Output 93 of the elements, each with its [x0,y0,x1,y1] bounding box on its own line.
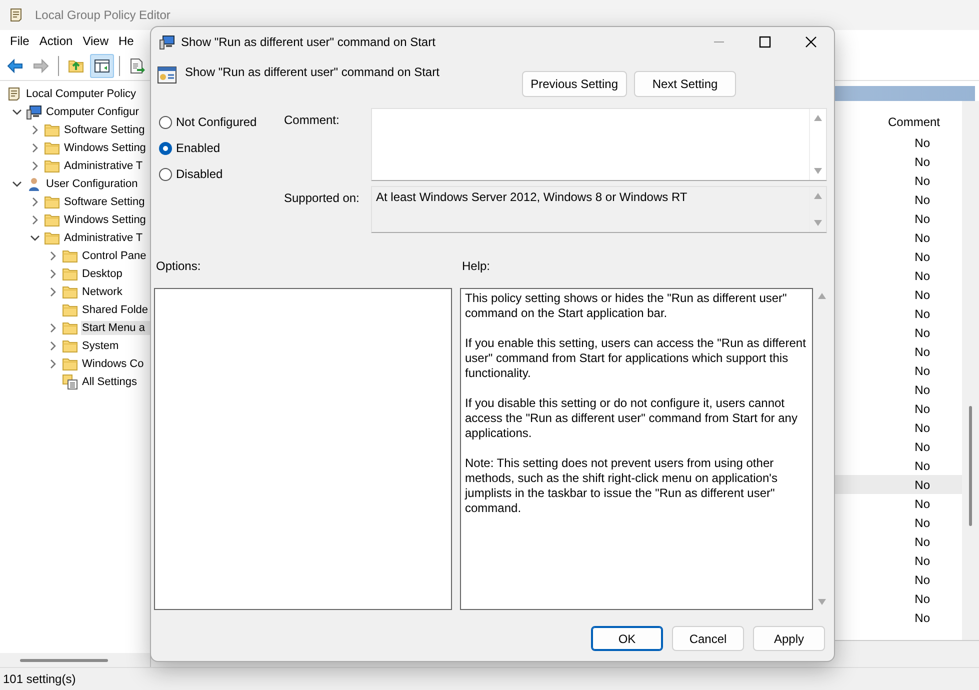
tree-item[interactable]: Desktop [81,267,150,281]
chevron-right-icon[interactable] [30,143,40,153]
scroll-down-icon[interactable] [814,168,822,174]
tree-item[interactable]: Software Setting [63,195,150,209]
tree-item[interactable]: User Configuration [45,177,150,191]
folder-icon [62,302,78,318]
chevron-right-icon[interactable] [48,269,58,279]
help-paragraph: Note: This setting does not prevent users from using other methods, such as the shift right-click menu on application's jumplists in the taskbar to issue the "Run as different user" command. [465,456,778,516]
policy-setting-icon [157,65,177,85]
supported-on-text: At least Windows Server 2012, Windows 8 or Windows RT [376,190,688,204]
folder-icon [44,194,60,210]
menu-item[interactable]: He [114,32,139,50]
dialog-button[interactable]: Cancel [672,626,744,651]
help-paragraph: If you disable this setting or do not configure it, users cannot access the "Run as different user" command from Start for any applications. [465,396,798,441]
folder-icon [44,230,60,246]
chevron-right-icon[interactable] [48,341,58,351]
scroll-icon [6,86,22,102]
section-label: Options: [156,259,201,273]
computer-icon [159,34,175,50]
chevron-right-icon[interactable] [48,359,58,369]
setting-title: Show "Run as different user" command on Start [185,65,440,79]
chevron-right-icon[interactable] [30,161,40,171]
chevron-right-icon[interactable] [48,323,58,333]
menu-item[interactable]: View [78,32,114,50]
help-paragraph: If you enable this setting, users can access the "Run as different user" command from Start for applications which support this functionality. [465,336,807,381]
folder-icon [62,356,78,372]
back-icon [7,58,23,74]
nav-button[interactable]: Next Setting [634,71,736,97]
toolbar-button[interactable] [90,54,114,78]
radio-button[interactable] [159,168,172,180]
chevron-down-icon[interactable] [12,107,22,117]
chevron-right-icon[interactable] [30,215,40,225]
tree-item[interactable]: Windows Setting [63,213,150,227]
section-label: Help: [462,259,490,273]
tree-item[interactable]: Administrative T [63,231,150,245]
chevron-right-icon[interactable] [48,287,58,297]
tree-item[interactable]: Computer Configur [45,105,150,119]
column-header[interactable]: Comment [888,115,940,129]
tree-item[interactable]: Start Menu a [81,321,150,335]
tree-item[interactable]: Shared Folde [81,303,150,317]
folder-icon [44,140,60,156]
settings-list-icon [62,374,78,390]
app-icon [8,7,24,23]
tree-item[interactable]: All Settings [81,375,150,389]
tree-item[interactable]: Windows Setting [63,141,150,155]
scroll-up-icon[interactable] [814,115,822,121]
tree-item[interactable]: Software Setting [63,123,150,137]
dialog-title: Show "Run as different user" command on Start [181,35,436,49]
radio-label[interactable]: Disabled [176,167,223,181]
chevron-down-icon[interactable] [30,233,40,243]
tree-item[interactable]: Local Computer Policy [25,87,150,101]
window-title: Local Group Policy Editor [35,8,170,22]
chevron-right-icon[interactable] [30,125,40,135]
folder-icon [62,284,78,300]
tree-item[interactable]: Network [81,285,150,299]
scrollbar-thumb[interactable] [969,406,972,526]
chevron-right-icon[interactable] [30,197,40,207]
chevron-right-icon[interactable] [48,251,58,261]
folder-icon [44,122,60,138]
close-icon[interactable] [805,36,817,48]
folder-icon [44,212,60,228]
status-text: 101 setting(s) [3,672,76,686]
folder-icon [62,320,78,336]
nav-button[interactable]: Previous Setting [522,71,627,97]
folder-icon [62,248,78,264]
up-folder-icon [68,58,84,74]
menu-item[interactable]: Action [34,32,78,50]
radio-button[interactable] [159,142,172,154]
comment-field[interactable] [371,108,827,181]
folder-icon [44,158,60,174]
field-label: Supported on: [284,191,360,205]
computer-icon [26,104,42,120]
help-paragraph: This policy setting shows or hides the "Run as different user" command on the Start application bar. [465,291,788,321]
tree-item[interactable]: Administrative T [63,159,150,173]
tree-item[interactable]: Windows Co [81,357,150,371]
console-tree-icon [94,58,110,74]
forward-icon [33,58,49,74]
tree-item[interactable]: Control Pane [81,249,150,263]
radio-label[interactable]: Not Configured [176,115,257,129]
radio-button[interactable] [159,116,172,128]
dialog-button[interactable]: OK [591,626,663,651]
scrollbar-thumb[interactable] [20,658,108,662]
chevron-down-icon[interactable] [12,179,22,189]
radio-label[interactable]: Enabled [176,141,220,155]
folder-icon [62,266,78,282]
menu-item[interactable]: File [5,32,34,50]
maximize-icon[interactable] [759,36,771,48]
field-label: Comment: [284,113,340,127]
user-icon [26,176,42,192]
export-icon [129,58,145,74]
folder-icon [62,338,78,354]
tree-item[interactable]: System [81,339,150,353]
dialog-button[interactable]: Apply [753,626,825,651]
